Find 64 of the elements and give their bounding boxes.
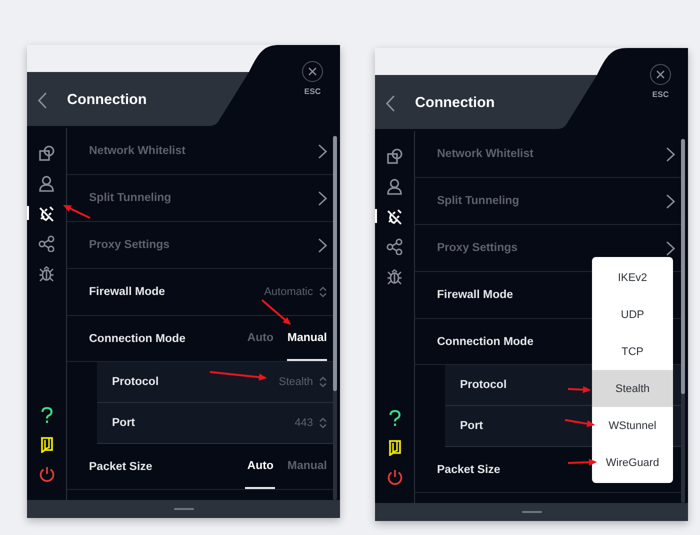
chevron-right-icon: [666, 146, 675, 162]
up-down-icon: [319, 417, 327, 429]
layers-icon[interactable]: [38, 144, 55, 162]
close-icon: [656, 70, 665, 79]
close-button[interactable]: [302, 61, 323, 82]
chevron-left-icon: [37, 92, 47, 108]
chevron-right-icon: [318, 238, 327, 252]
user-icon[interactable]: [38, 174, 55, 192]
chevron-right-icon: [318, 190, 327, 206]
setting-label: Protocol: [112, 376, 159, 388]
bug-icon[interactable]: [386, 268, 403, 284]
setting-row[interactable]: Protocol Stealth: [97, 362, 333, 403]
plug-icon[interactable]: [386, 208, 403, 224]
page-title: Connection: [67, 92, 147, 108]
setting-label: Packet Size: [437, 464, 500, 476]
power-icon[interactable]: [386, 469, 402, 485]
dropdown-option[interactable]: WStunnel: [592, 407, 673, 444]
setting-value: 443: [294, 417, 313, 429]
arrow-drawing: [564, 419, 595, 428]
arrow-drawing: [568, 458, 597, 466]
door-icon[interactable]: [388, 440, 401, 456]
dropdown-option[interactable]: WireGuard: [592, 444, 673, 481]
setting-value: Stealth: [278, 376, 313, 388]
esc-label: ESC: [652, 90, 669, 99]
setting-label: Protocol: [460, 379, 507, 391]
layers-icon[interactable]: [386, 148, 403, 164]
close-icon: [308, 67, 317, 76]
back-button[interactable]: [37, 92, 47, 108]
close-button[interactable]: [650, 64, 671, 85]
chevron-right-icon: [666, 194, 675, 208]
setting-label: Connection Mode: [89, 332, 186, 344]
plug-icon[interactable]: [38, 204, 55, 222]
setting-label: Port: [460, 420, 483, 432]
setting-label: Connection Mode: [437, 336, 534, 348]
setting-label: Port: [112, 417, 135, 429]
back-button[interactable]: [385, 94, 395, 112]
door-icon[interactable]: [40, 437, 53, 453]
chevron-right-icon: [666, 240, 675, 256]
chevron-right-icon: [318, 144, 327, 158]
setting-value: Automatic: [264, 286, 313, 298]
setting-label: Firewall Mode: [89, 286, 166, 298]
scrollbar[interactable]: [681, 139, 685, 503]
arrow-drawing: [63, 205, 90, 219]
share-icon[interactable]: [38, 234, 55, 252]
help-icon[interactable]: [388, 410, 400, 427]
setting-row[interactable]: Port 443: [97, 403, 333, 444]
bug-icon[interactable]: [38, 264, 55, 282]
segment-option[interactable]: Auto: [245, 444, 276, 489]
setting-label: Firewall Mode: [437, 289, 514, 301]
esc-label: ESC: [304, 87, 321, 96]
user-icon[interactable]: [386, 178, 403, 194]
arrow-drawing: [568, 386, 591, 394]
arrow-drawing: [261, 299, 291, 325]
help-icon[interactable]: [40, 407, 52, 424]
chevron-left-icon: [385, 94, 395, 112]
arrow-drawing: [210, 371, 267, 381]
up-down-icon: [319, 286, 327, 298]
scrollbar[interactable]: [333, 136, 337, 500]
power-icon[interactable]: [38, 466, 54, 482]
page-title: Connection: [415, 95, 495, 111]
setting-label: Packet Size: [89, 460, 152, 472]
share-icon[interactable]: [386, 238, 403, 254]
up-down-icon: [319, 376, 327, 388]
dropdown-option[interactable]: Stealth: [592, 370, 673, 407]
